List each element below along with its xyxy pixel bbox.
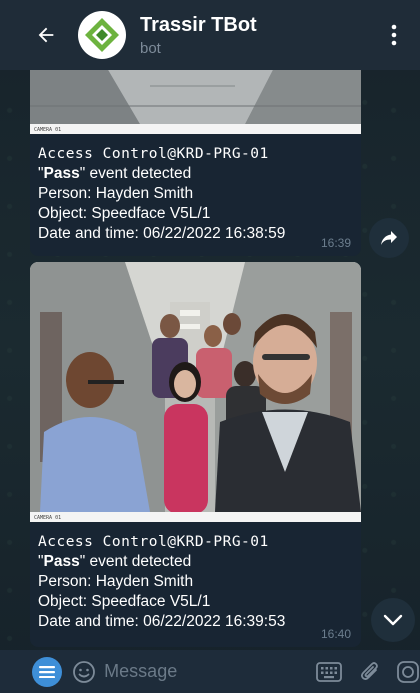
keyboard-icon (316, 661, 343, 682)
keyboard-button[interactable] (316, 657, 343, 687)
camera-icon (397, 660, 419, 683)
object-line: Object: Speedface V5L/1 (38, 593, 211, 610)
object-line: Object: Speedface V5L/1 (38, 205, 211, 222)
device-line: Access Control@KRD-PRG-01 (38, 146, 269, 162)
datetime-line: Date and time: 06/22/2022 16:38:59 (38, 225, 286, 242)
attach-button[interactable] (358, 657, 382, 687)
share-button[interactable] (369, 218, 409, 258)
timestamp-overlay: CAMERA 01 (34, 127, 62, 133)
menu-lines-icon (39, 665, 56, 678)
bot-menu-button[interactable] (32, 656, 63, 687)
person-line: Person: Hayden Smith (38, 185, 194, 202)
more-vertical-icon (391, 24, 397, 46)
back-button[interactable] (22, 11, 70, 59)
camera-button[interactable] (396, 657, 420, 687)
chat-header: Trassir TBot bot (0, 0, 420, 70)
timestamp-overlay: CAMERA 01 (34, 515, 62, 521)
event-line: "Pass" event detected (38, 165, 192, 182)
chat-subtitle: bot (140, 39, 161, 57)
bot-avatar[interactable] (78, 11, 126, 59)
person-line: Person: Hayden Smith (38, 573, 194, 590)
more-options-button[interactable] (374, 11, 414, 59)
chevron-down-icon (383, 614, 403, 626)
datetime-line: Date and time: 06/22/2022 16:39:53 (38, 613, 286, 630)
emoji-button[interactable] (72, 658, 96, 686)
message-input[interactable] (104, 656, 265, 687)
trassir-logo-icon (85, 18, 119, 52)
arrow-left-icon (38, 27, 54, 43)
chat-title-block[interactable]: Trassir TBot bot (140, 14, 374, 57)
share-arrow-icon (381, 231, 397, 245)
device-line: Access Control@KRD-PRG-01 (38, 534, 269, 550)
message-time: 16:40 (320, 627, 351, 641)
camera-snapshot-image[interactable]: CAMERA 01 (30, 262, 361, 522)
event-line: "Pass" event detected (38, 553, 192, 570)
message-bubble[interactable]: CAMERA 01 Access Control@KRD-PRG-01 "Pas… (30, 56, 361, 256)
paperclip-icon (361, 661, 378, 680)
smiley-icon (73, 660, 96, 683)
message-bubble[interactable]: CAMERA 01 Access Control@KRD-PRG-01 "Pas… (30, 262, 361, 647)
chat-title: Trassir TBot (140, 13, 257, 36)
corridor-people-image (30, 262, 361, 522)
message-time: 16:39 (320, 236, 351, 250)
scroll-to-bottom-button[interactable] (371, 598, 415, 642)
message-input-bar (0, 650, 420, 693)
